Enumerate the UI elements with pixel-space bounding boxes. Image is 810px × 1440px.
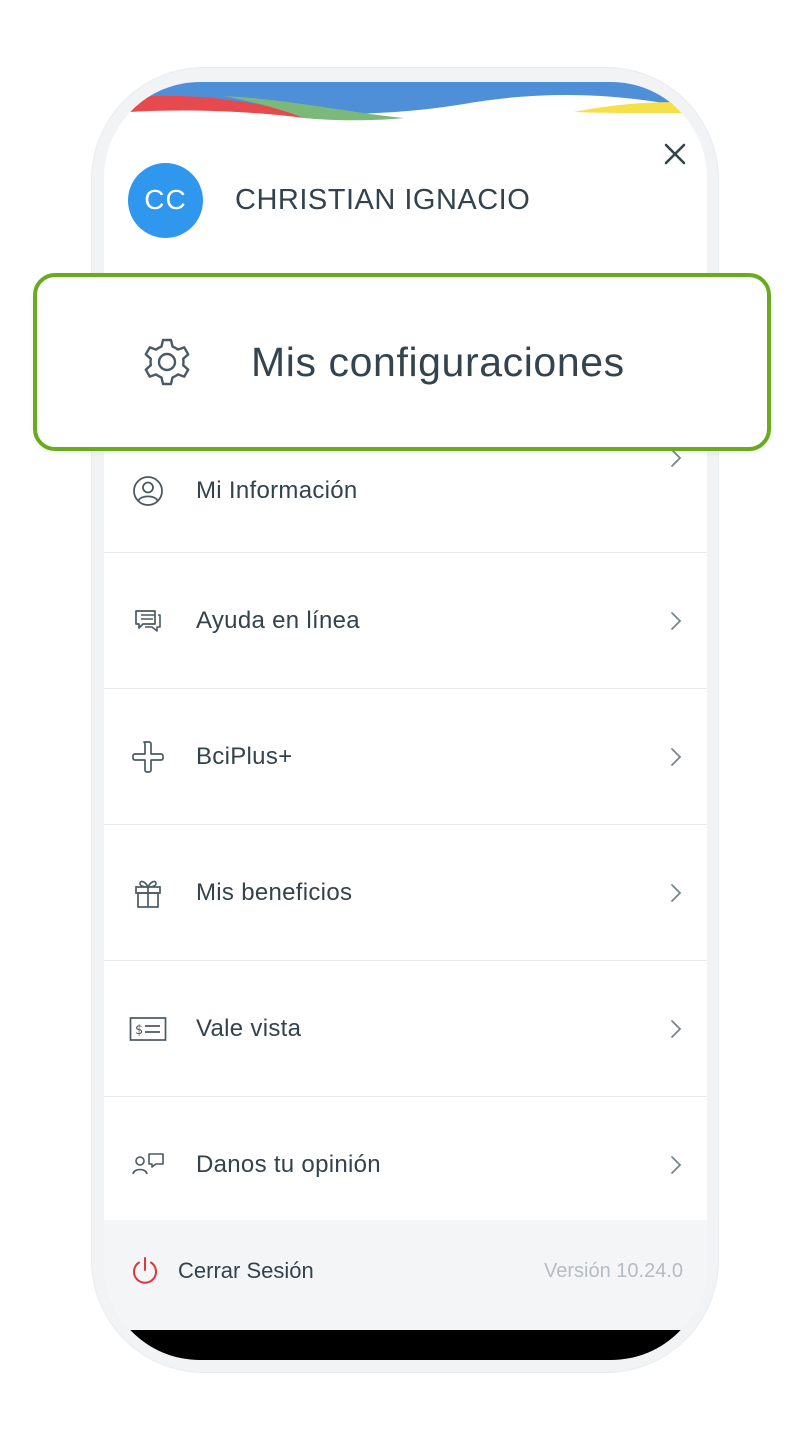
close-button[interactable] <box>661 140 689 168</box>
user-name: CHRISTIAN IGNACIO <box>235 183 531 216</box>
chevron-right-icon <box>671 747 682 766</box>
menu-item-mis-beneficios[interactable]: Mis beneficios <box>104 825 707 961</box>
menu-item-label: Mi Información <box>196 477 358 504</box>
app-version: Versión 10.24.0 <box>544 1260 683 1282</box>
mis-configuraciones-label: Mis configuraciones <box>251 338 625 385</box>
menu-item-ayuda-en-linea[interactable]: Ayuda en línea <box>104 553 707 689</box>
menu-item-label: Ayuda en línea <box>196 606 360 634</box>
chevron-right-icon <box>671 883 682 902</box>
plus-outline-icon <box>126 735 170 779</box>
profile-header: CC CHRISTIAN IGNACIO <box>128 162 530 238</box>
close-icon <box>664 143 686 165</box>
menu-item-bciplus[interactable]: BciPlus+ <box>104 689 707 825</box>
menu-footer: Cerrar Sesión Versión 10.24.0 <box>104 1220 707 1330</box>
menu-item-danos-tu-opinion[interactable]: Danos tu opinión <box>104 1097 707 1233</box>
feedback-icon <box>126 1143 170 1187</box>
svg-text:$: $ <box>135 1023 143 1038</box>
menu-item-label: BciPlus+ <box>196 742 293 770</box>
header-wave-decoration <box>104 82 707 121</box>
chevron-right-icon <box>671 611 682 630</box>
menu-list: Mi Información Ayuda en línea BciPlus+ M… <box>104 364 707 1233</box>
logout-button[interactable]: Cerrar Sesión <box>130 1256 314 1286</box>
chevron-right-icon <box>671 1155 682 1174</box>
gift-icon <box>126 871 170 915</box>
gear-icon <box>135 330 199 394</box>
user-circle-icon <box>126 469 170 513</box>
menu-item-label: Vale vista <box>196 1014 302 1042</box>
logout-label: Cerrar Sesión <box>178 1258 314 1283</box>
avatar: CC <box>128 162 203 238</box>
chevron-right-icon <box>671 1019 682 1038</box>
power-icon <box>133 1257 157 1284</box>
chat-icon <box>126 599 170 643</box>
money-ticket-icon: $ <box>126 1007 170 1051</box>
menu-item-vale-vista[interactable]: $ Vale vista <box>104 961 707 1097</box>
mis-configuraciones-callout[interactable]: Mis configuraciones <box>33 273 771 451</box>
system-nav-bar <box>104 1330 707 1360</box>
menu-item-label: Mis beneficios <box>196 878 353 906</box>
menu-item-label: Danos tu opinión <box>196 1150 381 1178</box>
